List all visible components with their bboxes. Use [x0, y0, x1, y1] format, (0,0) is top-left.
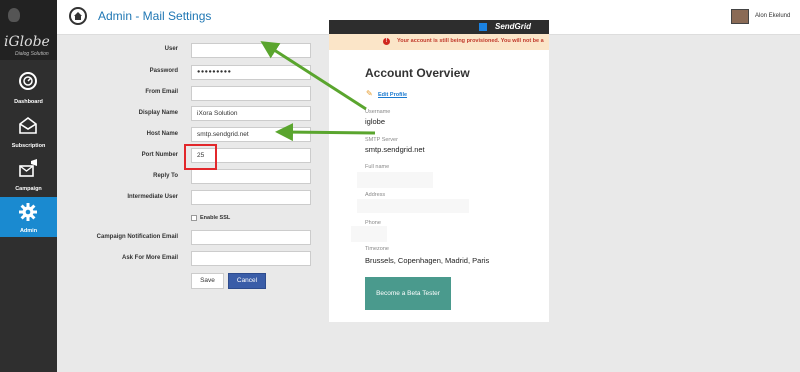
enable-ssl-label: Enable SSL	[200, 215, 231, 221]
user-field[interactable]	[191, 43, 311, 58]
intermediate-user-field[interactable]	[191, 190, 311, 205]
sidebar-item-dashboard[interactable]: Dashboard	[0, 66, 57, 108]
sidebar-item-label: Admin	[19, 228, 38, 234]
intermediate-user-label: Intermediate User	[127, 194, 178, 200]
cancel-button[interactable]: Cancel	[228, 273, 266, 289]
provisioning-alert: ! Your account is still being provisione…	[329, 34, 549, 50]
ask-for-more-email-label: Ask For More Email	[121, 255, 178, 261]
sidebar-item-campaign[interactable]: Campaign	[0, 153, 57, 195]
reply-to-field[interactable]	[191, 169, 311, 184]
campaign-notification-email-field[interactable]	[191, 230, 311, 245]
sidebar-item-admin[interactable]: Admin	[0, 197, 57, 237]
sendgrid-logo-icon	[479, 23, 487, 31]
gauge-icon	[19, 72, 37, 90]
sendgrid-topbar: SendGrid	[329, 20, 549, 34]
beta-tester-button[interactable]: Become a Beta Tester	[365, 277, 451, 310]
ask-for-more-email-field[interactable]	[191, 251, 311, 266]
sidebar-item-label: Dashboard	[14, 99, 43, 105]
app-logo[interactable]: iGlobe Dialog Solution	[0, 0, 57, 60]
gear-icon	[19, 203, 37, 221]
pencil-icon: ✎	[366, 89, 373, 98]
sidebar-item-subscription[interactable]: Subscription	[0, 110, 57, 152]
user-label: User	[164, 46, 178, 52]
page-title: Admin - Mail Settings	[98, 9, 212, 23]
redacted-phone	[351, 226, 387, 242]
port-number-label: Port Number	[141, 152, 178, 158]
username-value: iglobe	[365, 117, 386, 126]
redacted-address	[357, 199, 469, 213]
redacted-full-name	[357, 172, 433, 188]
enable-ssl-checkbox[interactable]	[191, 215, 197, 221]
home-button[interactable]	[69, 7, 87, 25]
user-name[interactable]: Alon Ekelund	[755, 13, 790, 19]
save-button[interactable]: Save	[191, 273, 224, 289]
sidebar-item-label: Subscription	[11, 143, 46, 149]
sendgrid-logo[interactable]: SendGrid	[495, 22, 531, 31]
reply-to-label: Reply To	[153, 173, 178, 179]
host-name-field[interactable]: smtp.sendgrid.net	[191, 127, 311, 142]
password-label: Password	[149, 68, 178, 74]
password-field[interactable]: ●●●●●●●●●	[191, 65, 311, 80]
app-tagline: Dialog Solution	[15, 51, 49, 57]
from-email-label: From Email	[145, 89, 178, 95]
smtp-server-value: smtp.sendgrid.net	[365, 145, 425, 154]
sendgrid-account-panel: SendGrid ! Your account is still being p…	[329, 20, 549, 322]
from-email-field[interactable]	[191, 86, 311, 101]
alert-icon: !	[383, 38, 390, 45]
avatar[interactable]	[731, 9, 749, 24]
timezone-value: Brussels, Copenhagen, Madrid, Paris	[365, 256, 490, 265]
megaphone-envelope-icon	[19, 159, 37, 177]
app-brand: iGlobe	[4, 34, 50, 50]
home-icon	[74, 12, 82, 20]
host-name-label: Host Name	[146, 131, 178, 137]
address-label: Address	[365, 192, 386, 198]
edit-profile-link[interactable]: Edit Profile	[378, 92, 407, 98]
globe-logo-icon	[8, 8, 20, 22]
full-name-label: Full name	[365, 164, 390, 170]
smtp-server-label: SMTP Server	[365, 137, 398, 143]
campaign-notification-email-label: Campaign Notification Email	[96, 234, 178, 240]
display-name-label: Display Name	[138, 110, 178, 116]
port-highlight-box	[184, 144, 217, 170]
account-overview-heading: Account Overview	[365, 66, 470, 80]
alert-text: Your account is still being provisioned.…	[397, 38, 544, 44]
timezone-label: Timezone	[365, 246, 389, 252]
username-label: Username	[365, 109, 391, 115]
sidebar-item-label: Campaign	[15, 186, 42, 192]
envelope-open-icon	[19, 117, 37, 134]
display-name-field[interactable]: iXora Solution	[191, 106, 311, 121]
sidebar: iGlobe Dialog Solution Dashboard Subscri…	[0, 0, 57, 372]
